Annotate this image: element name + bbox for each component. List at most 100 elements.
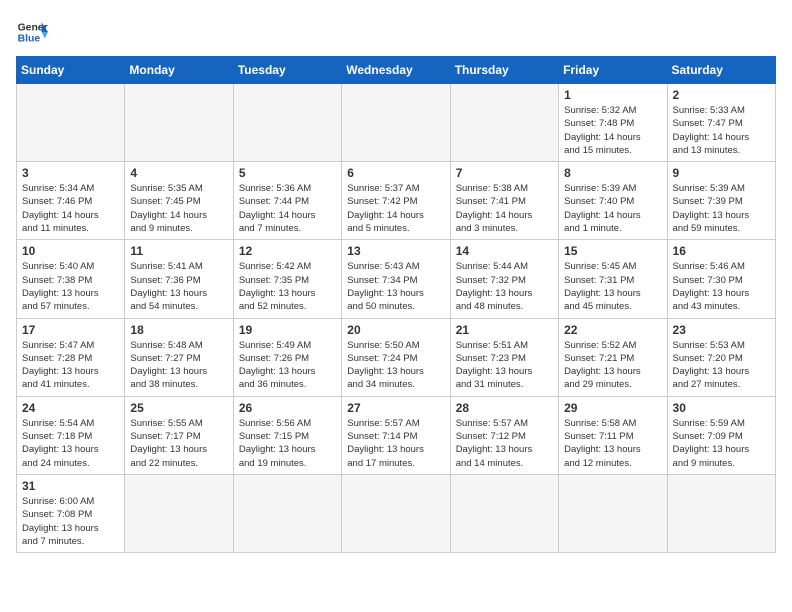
day-number: 20 bbox=[347, 323, 444, 337]
calendar-cell: 4Sunrise: 5:35 AM Sunset: 7:45 PM Daylig… bbox=[125, 162, 233, 240]
day-info: Sunrise: 5:51 AM Sunset: 7:23 PM Dayligh… bbox=[456, 339, 553, 392]
day-info: Sunrise: 5:57 AM Sunset: 7:14 PM Dayligh… bbox=[347, 417, 444, 470]
calendar-cell: 10 Sunrise: 5:40 AM Sunset: 7:38 PM Dayli… bbox=[17, 240, 125, 318]
calendar-cell: 21 Sunrise: 5:51 AM Sunset: 7:23 PM Dayli… bbox=[450, 318, 558, 396]
day-number: 31 bbox=[22, 479, 119, 493]
day-info: Sunrise: 5:56 AM Sunset: 7:15 PM Dayligh… bbox=[239, 417, 336, 470]
calendar-cell: 30 Sunrise: 5:59 AM Sunset: 7:09 PM Dayli… bbox=[667, 396, 775, 474]
day-number: 24 bbox=[22, 401, 119, 415]
weekday-header-monday: Monday bbox=[125, 57, 233, 84]
day-number: 22 bbox=[564, 323, 661, 337]
calendar-cell: 16 Sunrise: 5:46 AM Sunset: 7:30 PM Dayli… bbox=[667, 240, 775, 318]
logo-icon: General Blue bbox=[16, 16, 48, 48]
day-info: Sunrise: 5:43 AM Sunset: 7:34 PM Dayligh… bbox=[347, 260, 444, 313]
day-info: Sunrise: 5:33 AM Sunset: 7:47 PM Dayligh… bbox=[673, 104, 770, 157]
calendar-cell: 11 Sunrise: 5:41 AM Sunset: 7:36 PM Dayli… bbox=[125, 240, 233, 318]
day-number: 14 bbox=[456, 244, 553, 258]
day-number: 7 bbox=[456, 166, 553, 180]
calendar-cell bbox=[125, 474, 233, 552]
calendar-cell: 29Sunrise: 5:58 AM Sunset: 7:11 PM Dayli… bbox=[559, 396, 667, 474]
day-info: Sunrise: 5:45 AM Sunset: 7:31 PM Dayligh… bbox=[564, 260, 661, 313]
day-info: Sunrise: 5:42 AM Sunset: 7:35 PM Dayligh… bbox=[239, 260, 336, 313]
day-info: Sunrise: 5:34 AM Sunset: 7:46 PM Dayligh… bbox=[22, 182, 119, 235]
calendar-cell: 6Sunrise: 5:37 AM Sunset: 7:42 PM Daylig… bbox=[342, 162, 450, 240]
day-info: Sunrise: 5:32 AM Sunset: 7:48 PM Dayligh… bbox=[564, 104, 661, 157]
day-info: Sunrise: 5:46 AM Sunset: 7:30 PM Dayligh… bbox=[673, 260, 770, 313]
calendar-cell: 27Sunrise: 5:57 AM Sunset: 7:14 PM Dayli… bbox=[342, 396, 450, 474]
day-number: 16 bbox=[673, 244, 770, 258]
day-number: 21 bbox=[456, 323, 553, 337]
day-info: Sunrise: 5:44 AM Sunset: 7:32 PM Dayligh… bbox=[456, 260, 553, 313]
weekday-header-thursday: Thursday bbox=[450, 57, 558, 84]
day-info: Sunrise: 5:41 AM Sunset: 7:36 PM Dayligh… bbox=[130, 260, 227, 313]
weekday-header-row: SundayMondayTuesdayWednesdayThursdayFrid… bbox=[17, 57, 776, 84]
day-number: 2 bbox=[673, 88, 770, 102]
calendar-cell: 23 Sunrise: 5:53 AM Sunset: 7:20 PM Dayli… bbox=[667, 318, 775, 396]
calendar-cell: 3 Sunrise: 5:34 AM Sunset: 7:46 PM Daylig… bbox=[17, 162, 125, 240]
weekday-header-friday: Friday bbox=[559, 57, 667, 84]
calendar-cell: 5 Sunrise: 5:36 AM Sunset: 7:44 PM Daylig… bbox=[233, 162, 341, 240]
calendar-cell: 1 Sunrise: 5:32 AM Sunset: 7:48 PM Daylig… bbox=[559, 84, 667, 162]
day-info: Sunrise: 5:39 AM Sunset: 7:39 PM Dayligh… bbox=[673, 182, 770, 235]
day-info: Sunrise: 5:40 AM Sunset: 7:38 PM Dayligh… bbox=[22, 260, 119, 313]
day-info: Sunrise: 5:36 AM Sunset: 7:44 PM Dayligh… bbox=[239, 182, 336, 235]
svg-text:Blue: Blue bbox=[18, 34, 41, 45]
day-info: Sunrise: 5:59 AM Sunset: 7:09 PM Dayligh… bbox=[673, 417, 770, 470]
day-info: Sunrise: 5:38 AM Sunset: 7:41 PM Dayligh… bbox=[456, 182, 553, 235]
calendar-cell bbox=[125, 84, 233, 162]
day-number: 6 bbox=[347, 166, 444, 180]
day-number: 23 bbox=[673, 323, 770, 337]
calendar-cell bbox=[559, 474, 667, 552]
logo: General Blue bbox=[16, 16, 48, 48]
calendar-cell: 13 Sunrise: 5:43 AM Sunset: 7:34 PM Dayli… bbox=[342, 240, 450, 318]
day-number: 5 bbox=[239, 166, 336, 180]
calendar-cell bbox=[17, 84, 125, 162]
calendar-cell: 2 Sunrise: 5:33 AM Sunset: 7:47 PM Daylig… bbox=[667, 84, 775, 162]
day-number: 18 bbox=[130, 323, 227, 337]
calendar-cell: 17 Sunrise: 5:47 AM Sunset: 7:28 PM Dayli… bbox=[17, 318, 125, 396]
day-number: 30 bbox=[673, 401, 770, 415]
day-number: 13 bbox=[347, 244, 444, 258]
weekday-header-sunday: Sunday bbox=[17, 57, 125, 84]
calendar-cell bbox=[233, 84, 341, 162]
day-number: 10 bbox=[22, 244, 119, 258]
day-number: 15 bbox=[564, 244, 661, 258]
day-info: Sunrise: 5:48 AM Sunset: 7:27 PM Dayligh… bbox=[130, 339, 227, 392]
day-info: Sunrise: 5:58 AM Sunset: 7:11 PM Dayligh… bbox=[564, 417, 661, 470]
day-number: 1 bbox=[564, 88, 661, 102]
day-number: 4 bbox=[130, 166, 227, 180]
day-number: 3 bbox=[22, 166, 119, 180]
weekday-header-wednesday: Wednesday bbox=[342, 57, 450, 84]
day-number: 11 bbox=[130, 244, 227, 258]
calendar-cell: 22 Sunrise: 5:52 AM Sunset: 7:21 PM Dayli… bbox=[559, 318, 667, 396]
day-info: Sunrise: 5:49 AM Sunset: 7:26 PM Dayligh… bbox=[239, 339, 336, 392]
calendar-cell bbox=[342, 474, 450, 552]
day-number: 12 bbox=[239, 244, 336, 258]
page-header: General Blue bbox=[16, 16, 776, 48]
week-row-1: 1 Sunrise: 5:32 AM Sunset: 7:48 PM Daylig… bbox=[17, 84, 776, 162]
weekday-header-tuesday: Tuesday bbox=[233, 57, 341, 84]
calendar-cell: 26Sunrise: 5:56 AM Sunset: 7:15 PM Dayli… bbox=[233, 396, 341, 474]
calendar-cell bbox=[450, 474, 558, 552]
day-info: Sunrise: 6:00 AM Sunset: 7:08 PM Dayligh… bbox=[22, 495, 119, 548]
day-number: 8 bbox=[564, 166, 661, 180]
day-info: Sunrise: 5:53 AM Sunset: 7:20 PM Dayligh… bbox=[673, 339, 770, 392]
week-row-2: 3 Sunrise: 5:34 AM Sunset: 7:46 PM Daylig… bbox=[17, 162, 776, 240]
day-info: Sunrise: 5:55 AM Sunset: 7:17 PM Dayligh… bbox=[130, 417, 227, 470]
calendar-cell: 14 Sunrise: 5:44 AM Sunset: 7:32 PM Dayli… bbox=[450, 240, 558, 318]
week-row-6: 31 Sunrise: 6:00 AM Sunset: 7:08 PM Dayli… bbox=[17, 474, 776, 552]
calendar-cell: 18 Sunrise: 5:48 AM Sunset: 7:27 PM Dayli… bbox=[125, 318, 233, 396]
day-info: Sunrise: 5:47 AM Sunset: 7:28 PM Dayligh… bbox=[22, 339, 119, 392]
calendar-cell bbox=[342, 84, 450, 162]
week-row-5: 24Sunrise: 5:54 AM Sunset: 7:18 PM Dayli… bbox=[17, 396, 776, 474]
calendar-cell: 12 Sunrise: 5:42 AM Sunset: 7:35 PM Dayli… bbox=[233, 240, 341, 318]
day-info: Sunrise: 5:52 AM Sunset: 7:21 PM Dayligh… bbox=[564, 339, 661, 392]
calendar-cell: 8Sunrise: 5:39 AM Sunset: 7:40 PM Daylig… bbox=[559, 162, 667, 240]
day-number: 17 bbox=[22, 323, 119, 337]
calendar-cell: 9Sunrise: 5:39 AM Sunset: 7:39 PM Daylig… bbox=[667, 162, 775, 240]
calendar-cell: 15 Sunrise: 5:45 AM Sunset: 7:31 PM Dayli… bbox=[559, 240, 667, 318]
calendar-cell: 24Sunrise: 5:54 AM Sunset: 7:18 PM Dayli… bbox=[17, 396, 125, 474]
calendar-cell: 20Sunrise: 5:50 AM Sunset: 7:24 PM Dayli… bbox=[342, 318, 450, 396]
day-info: Sunrise: 5:57 AM Sunset: 7:12 PM Dayligh… bbox=[456, 417, 553, 470]
calendar-cell bbox=[667, 474, 775, 552]
